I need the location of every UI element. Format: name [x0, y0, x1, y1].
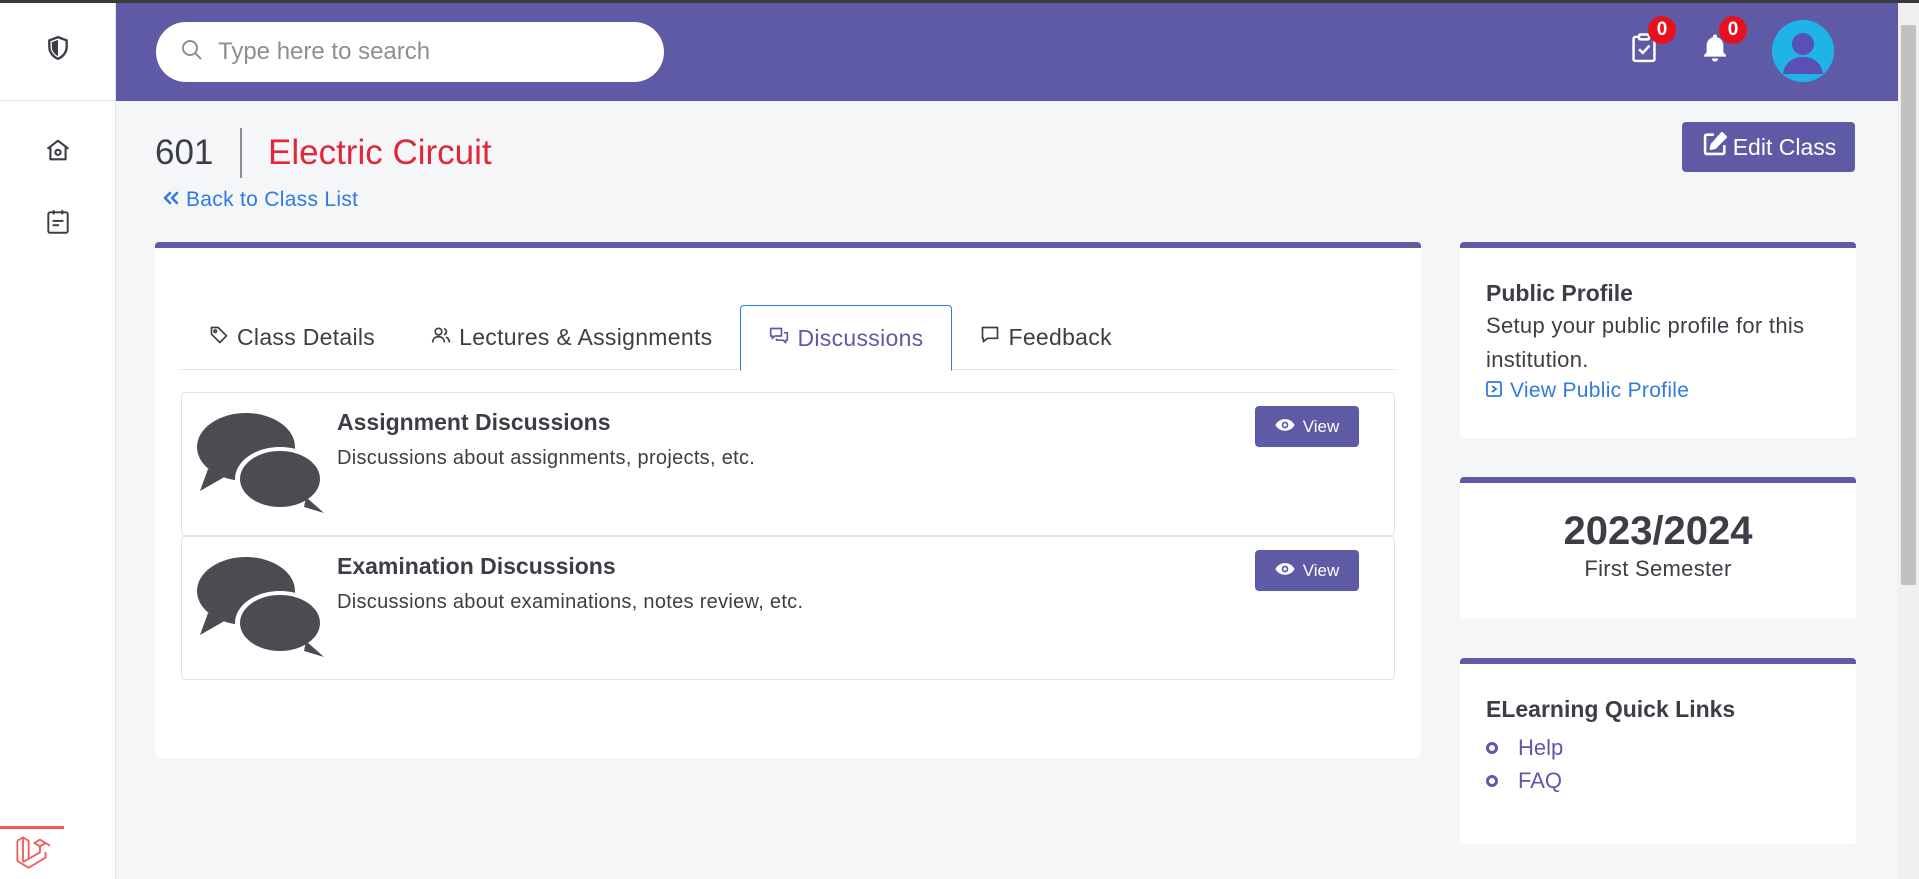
search-icon	[180, 38, 204, 67]
edit-icon	[1701, 130, 1729, 164]
tasks-button[interactable]: 0	[1624, 16, 1676, 70]
public-profile-text: Setup your public profile for this insti…	[1486, 313, 1805, 372]
shield-icon	[45, 35, 71, 66]
discussions-card: Class Details Lectures & Assignments Dis…	[155, 242, 1421, 758]
user-avatar-icon	[1772, 20, 1834, 82]
tasks-count-badge: 0	[1648, 16, 1676, 44]
class-name: Electric Circuit	[268, 133, 492, 172]
circle-bullet-icon	[1486, 774, 1498, 787]
laravel-debug-badge[interactable]	[0, 826, 64, 879]
notifications-count-badge: 0	[1719, 16, 1747, 44]
semester-label: First Semester	[1584, 556, 1732, 581]
external-link-icon	[1486, 379, 1502, 403]
tab-lectures-assignments[interactable]: Lectures & Assignments	[403, 305, 740, 370]
eye-icon	[1275, 417, 1295, 437]
quick-links-card: ELearning Quick Links Help FAQ	[1460, 658, 1856, 844]
quick-link-help[interactable]: Help	[1486, 731, 1830, 764]
back-to-class-list-link[interactable]: Back to Class List	[162, 188, 358, 212]
quick-link-label: Help	[1518, 734, 1564, 760]
title-divider	[240, 128, 242, 178]
top-header: 0 0	[116, 0, 1898, 101]
chat-bubbles-icon	[769, 325, 789, 352]
sidebar-logo[interactable]	[0, 0, 115, 101]
quick-links-list: Help FAQ	[1486, 731, 1830, 797]
tab-discussions-label: Discussions	[797, 324, 924, 351]
search-input[interactable]	[218, 38, 638, 66]
home-icon	[44, 136, 72, 169]
search-box[interactable]	[156, 22, 664, 82]
view-button-label: View	[1302, 416, 1340, 436]
page-scrollbar[interactable]	[1898, 0, 1919, 879]
scrollbar-thumb[interactable]	[1901, 25, 1916, 585]
sidebar	[0, 0, 116, 879]
tab-feedback-label: Feedback	[1008, 324, 1112, 350]
tag-icon	[209, 324, 229, 351]
tab-feedback[interactable]: Feedback	[952, 305, 1139, 370]
eye-icon	[1275, 561, 1295, 581]
view-public-profile-link[interactable]: View Public Profile	[1486, 379, 1830, 403]
back-link-label: Back to Class List	[186, 188, 359, 211]
discussion-title: Assignment Discussions	[337, 409, 611, 435]
sidebar-item-home[interactable]	[42, 136, 74, 168]
view-assignment-discussions-button[interactable]: View	[1255, 406, 1359, 447]
double-chevron-left-icon	[162, 188, 180, 212]
tab-class-details[interactable]: Class Details	[181, 305, 403, 370]
users-icon	[431, 324, 451, 351]
discussion-title: Examination Discussions	[337, 553, 616, 579]
tab-class-details-label: Class Details	[237, 324, 376, 350]
class-tabs: Class Details Lectures & Assignments Dis…	[181, 305, 1395, 371]
circle-bullet-icon	[1486, 741, 1498, 754]
discussion-description: Discussions about assignments, projects,…	[337, 447, 756, 469]
class-code: 601	[155, 133, 214, 172]
calendar-icon	[45, 208, 71, 241]
tab-discussions[interactable]: Discussions	[740, 305, 953, 371]
edit-class-label: Edit Class	[1732, 133, 1837, 160]
quick-link-faq[interactable]: FAQ	[1486, 764, 1830, 797]
view-examination-discussions-button[interactable]: View	[1255, 550, 1359, 591]
discussion-item-examination: Examination Discussions Discussions abou…	[181, 536, 1395, 680]
laravel-icon	[14, 834, 52, 875]
edit-class-button[interactable]: Edit Class	[1682, 122, 1855, 172]
window-top-border	[0, 0, 1919, 3]
quick-link-label: FAQ	[1518, 767, 1563, 793]
comments-icon	[194, 411, 328, 522]
public-profile-card: Public Profile Setup your public profile…	[1460, 242, 1856, 438]
tab-lectures-assignments-label: Lectures & Assignments	[459, 324, 713, 350]
sidebar-item-calendar[interactable]	[42, 208, 74, 240]
user-avatar[interactable]	[1772, 20, 1834, 82]
comments-icon	[194, 555, 328, 666]
notifications-button[interactable]: 0	[1695, 16, 1747, 70]
view-public-profile-label: View Public Profile	[1510, 379, 1690, 402]
discussion-description: Discussions about examinations, notes re…	[337, 591, 804, 613]
academic-year: 2023/2024	[1563, 509, 1753, 553]
public-profile-title: Public Profile	[1486, 280, 1633, 306]
comment-icon	[980, 324, 1000, 351]
session-card: 2023/2024 First Semester	[1460, 477, 1856, 619]
view-button-label: View	[1302, 560, 1340, 580]
discussion-item-assignment: Assignment Discussions Discussions about…	[181, 392, 1395, 536]
quick-links-title: ELearning Quick Links	[1486, 696, 1736, 722]
